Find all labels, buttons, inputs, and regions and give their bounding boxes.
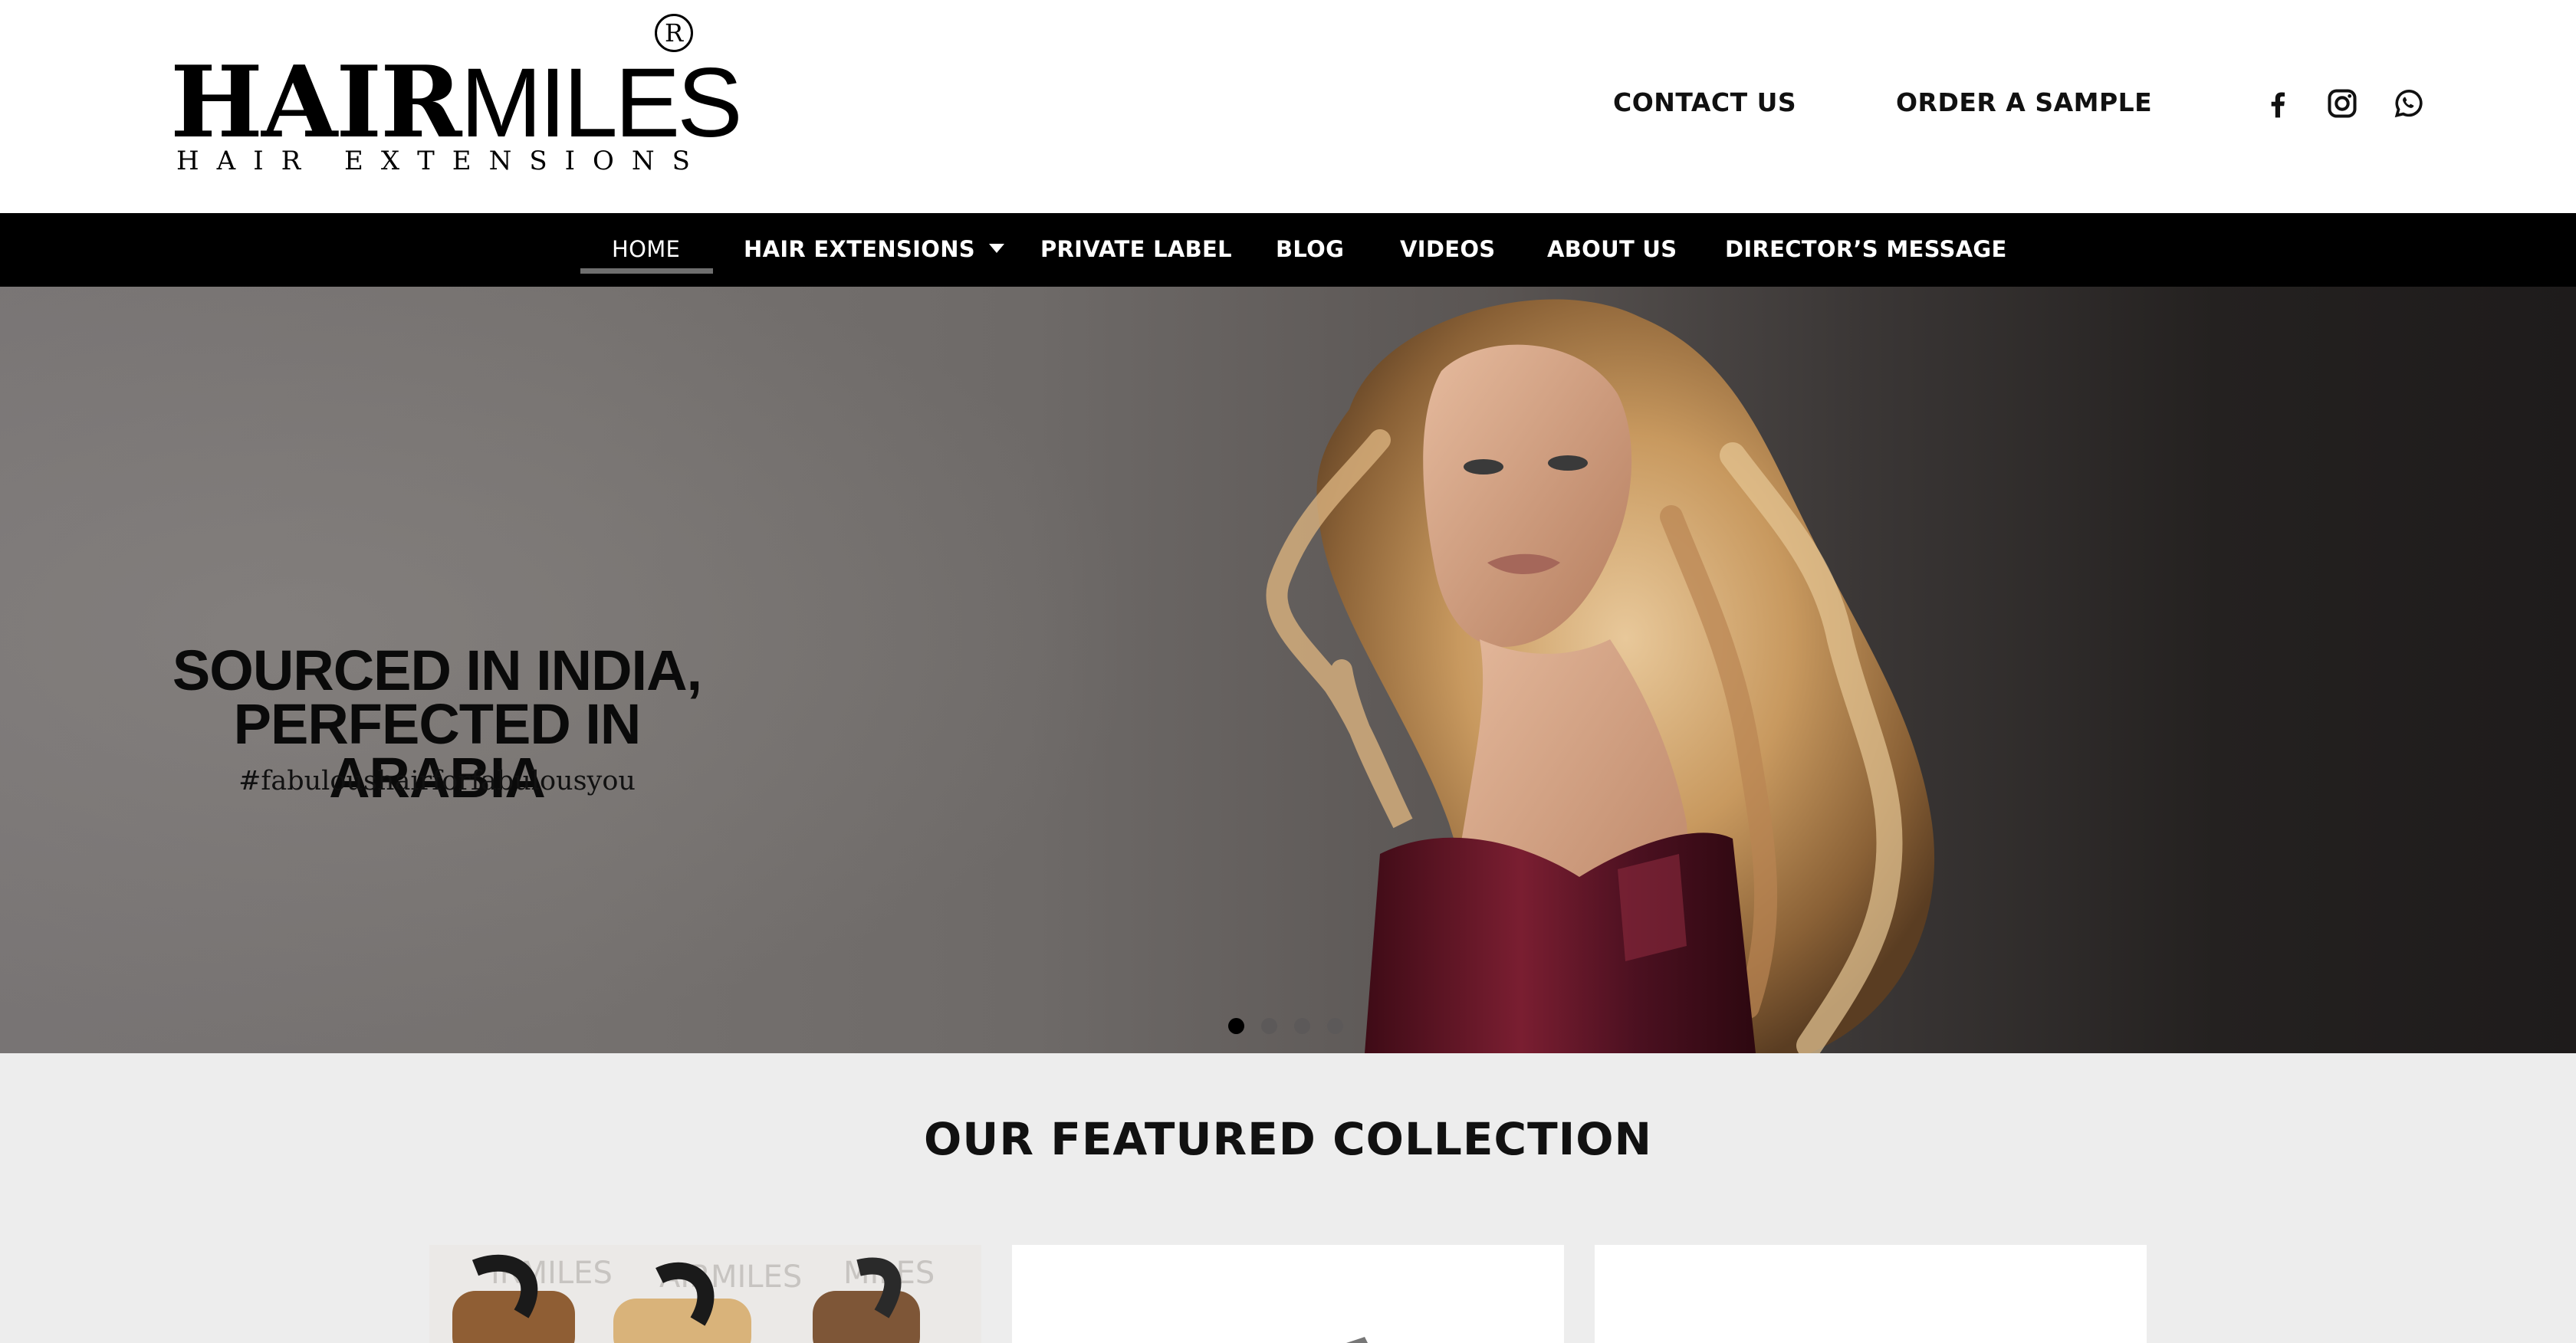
nav-item-private-label[interactable]: PRIVATE LABEL xyxy=(1040,236,1232,262)
product-image-2 xyxy=(1012,1245,1564,1343)
caret-down-icon xyxy=(988,244,1004,253)
brand-logo[interactable]: HAIRMILES HAIR EXTENSIONS R xyxy=(170,14,743,182)
nav-item-about-us[interactable]: ABOUT US xyxy=(1547,236,1677,262)
nav-item-hair-extensions[interactable]: HAIR EXTENSIONS xyxy=(744,236,1004,262)
hero-model-image xyxy=(1266,299,1935,1053)
site-header: HAIRMILES HAIR EXTENSIONS R CONTACT US O… xyxy=(0,0,2576,213)
nav-item-hair-extensions-label: HAIR EXTENSIONS xyxy=(744,236,975,262)
order-sample-link[interactable]: ORDER A SAMPLE xyxy=(1896,87,2152,117)
registered-mark: R xyxy=(655,14,693,52)
slider-dot-4[interactable] xyxy=(1327,1018,1343,1034)
logo-word-thin: MILES xyxy=(460,48,743,158)
hero-headline-line1: SOURCED IN INDIA, xyxy=(172,639,702,702)
facebook-icon[interactable] xyxy=(2259,85,2295,122)
hero-slider[interactable]: SOURCED IN INDIA, PERFECTED IN ARABIA #f… xyxy=(0,287,2576,1053)
slider-pagination xyxy=(1228,1018,1343,1034)
logo-wordmark: HAIRMILES xyxy=(170,54,743,153)
product-card-3[interactable] xyxy=(1595,1245,2147,1343)
nav-item-videos[interactable]: VIDEOS xyxy=(1400,236,1495,262)
featured-collection-section: OUR FEATURED COLLECTION IRMILES AIRMILES… xyxy=(0,1053,2576,1343)
main-nav: HOME HAIR EXTENSIONS PRIVATE LABEL BLOG … xyxy=(0,213,2576,287)
slider-dot-2[interactable] xyxy=(1261,1018,1277,1034)
slider-dot-3[interactable] xyxy=(1294,1018,1310,1034)
product-card-tape-extensions[interactable]: IRMILES AIRMILES MILES xyxy=(429,1245,981,1343)
product-image-tape-extensions: IRMILES AIRMILES MILES xyxy=(429,1245,981,1343)
featured-collection-title: OUR FEATURED COLLECTION xyxy=(923,1113,1653,1165)
contact-us-link[interactable]: CONTACT US xyxy=(1613,87,1796,117)
nav-active-indicator xyxy=(580,268,713,274)
whatsapp-icon[interactable] xyxy=(2390,85,2426,122)
logo-tagline: HAIR EXTENSIONS xyxy=(176,146,708,176)
nav-item-blog[interactable]: BLOG xyxy=(1276,236,1344,262)
hero-hashtag: #fabuloushairforfabulousyou xyxy=(238,766,636,796)
instagram-icon[interactable] xyxy=(2324,85,2361,122)
nav-item-home[interactable]: HOME xyxy=(612,236,680,262)
logo-word-bold: HAIR xyxy=(170,45,462,160)
slider-dot-1[interactable] xyxy=(1228,1018,1244,1034)
product-card-2[interactable] xyxy=(1012,1245,1564,1343)
nav-item-directors-message[interactable]: DIRECTOR’S MESSAGE xyxy=(1725,236,2007,262)
